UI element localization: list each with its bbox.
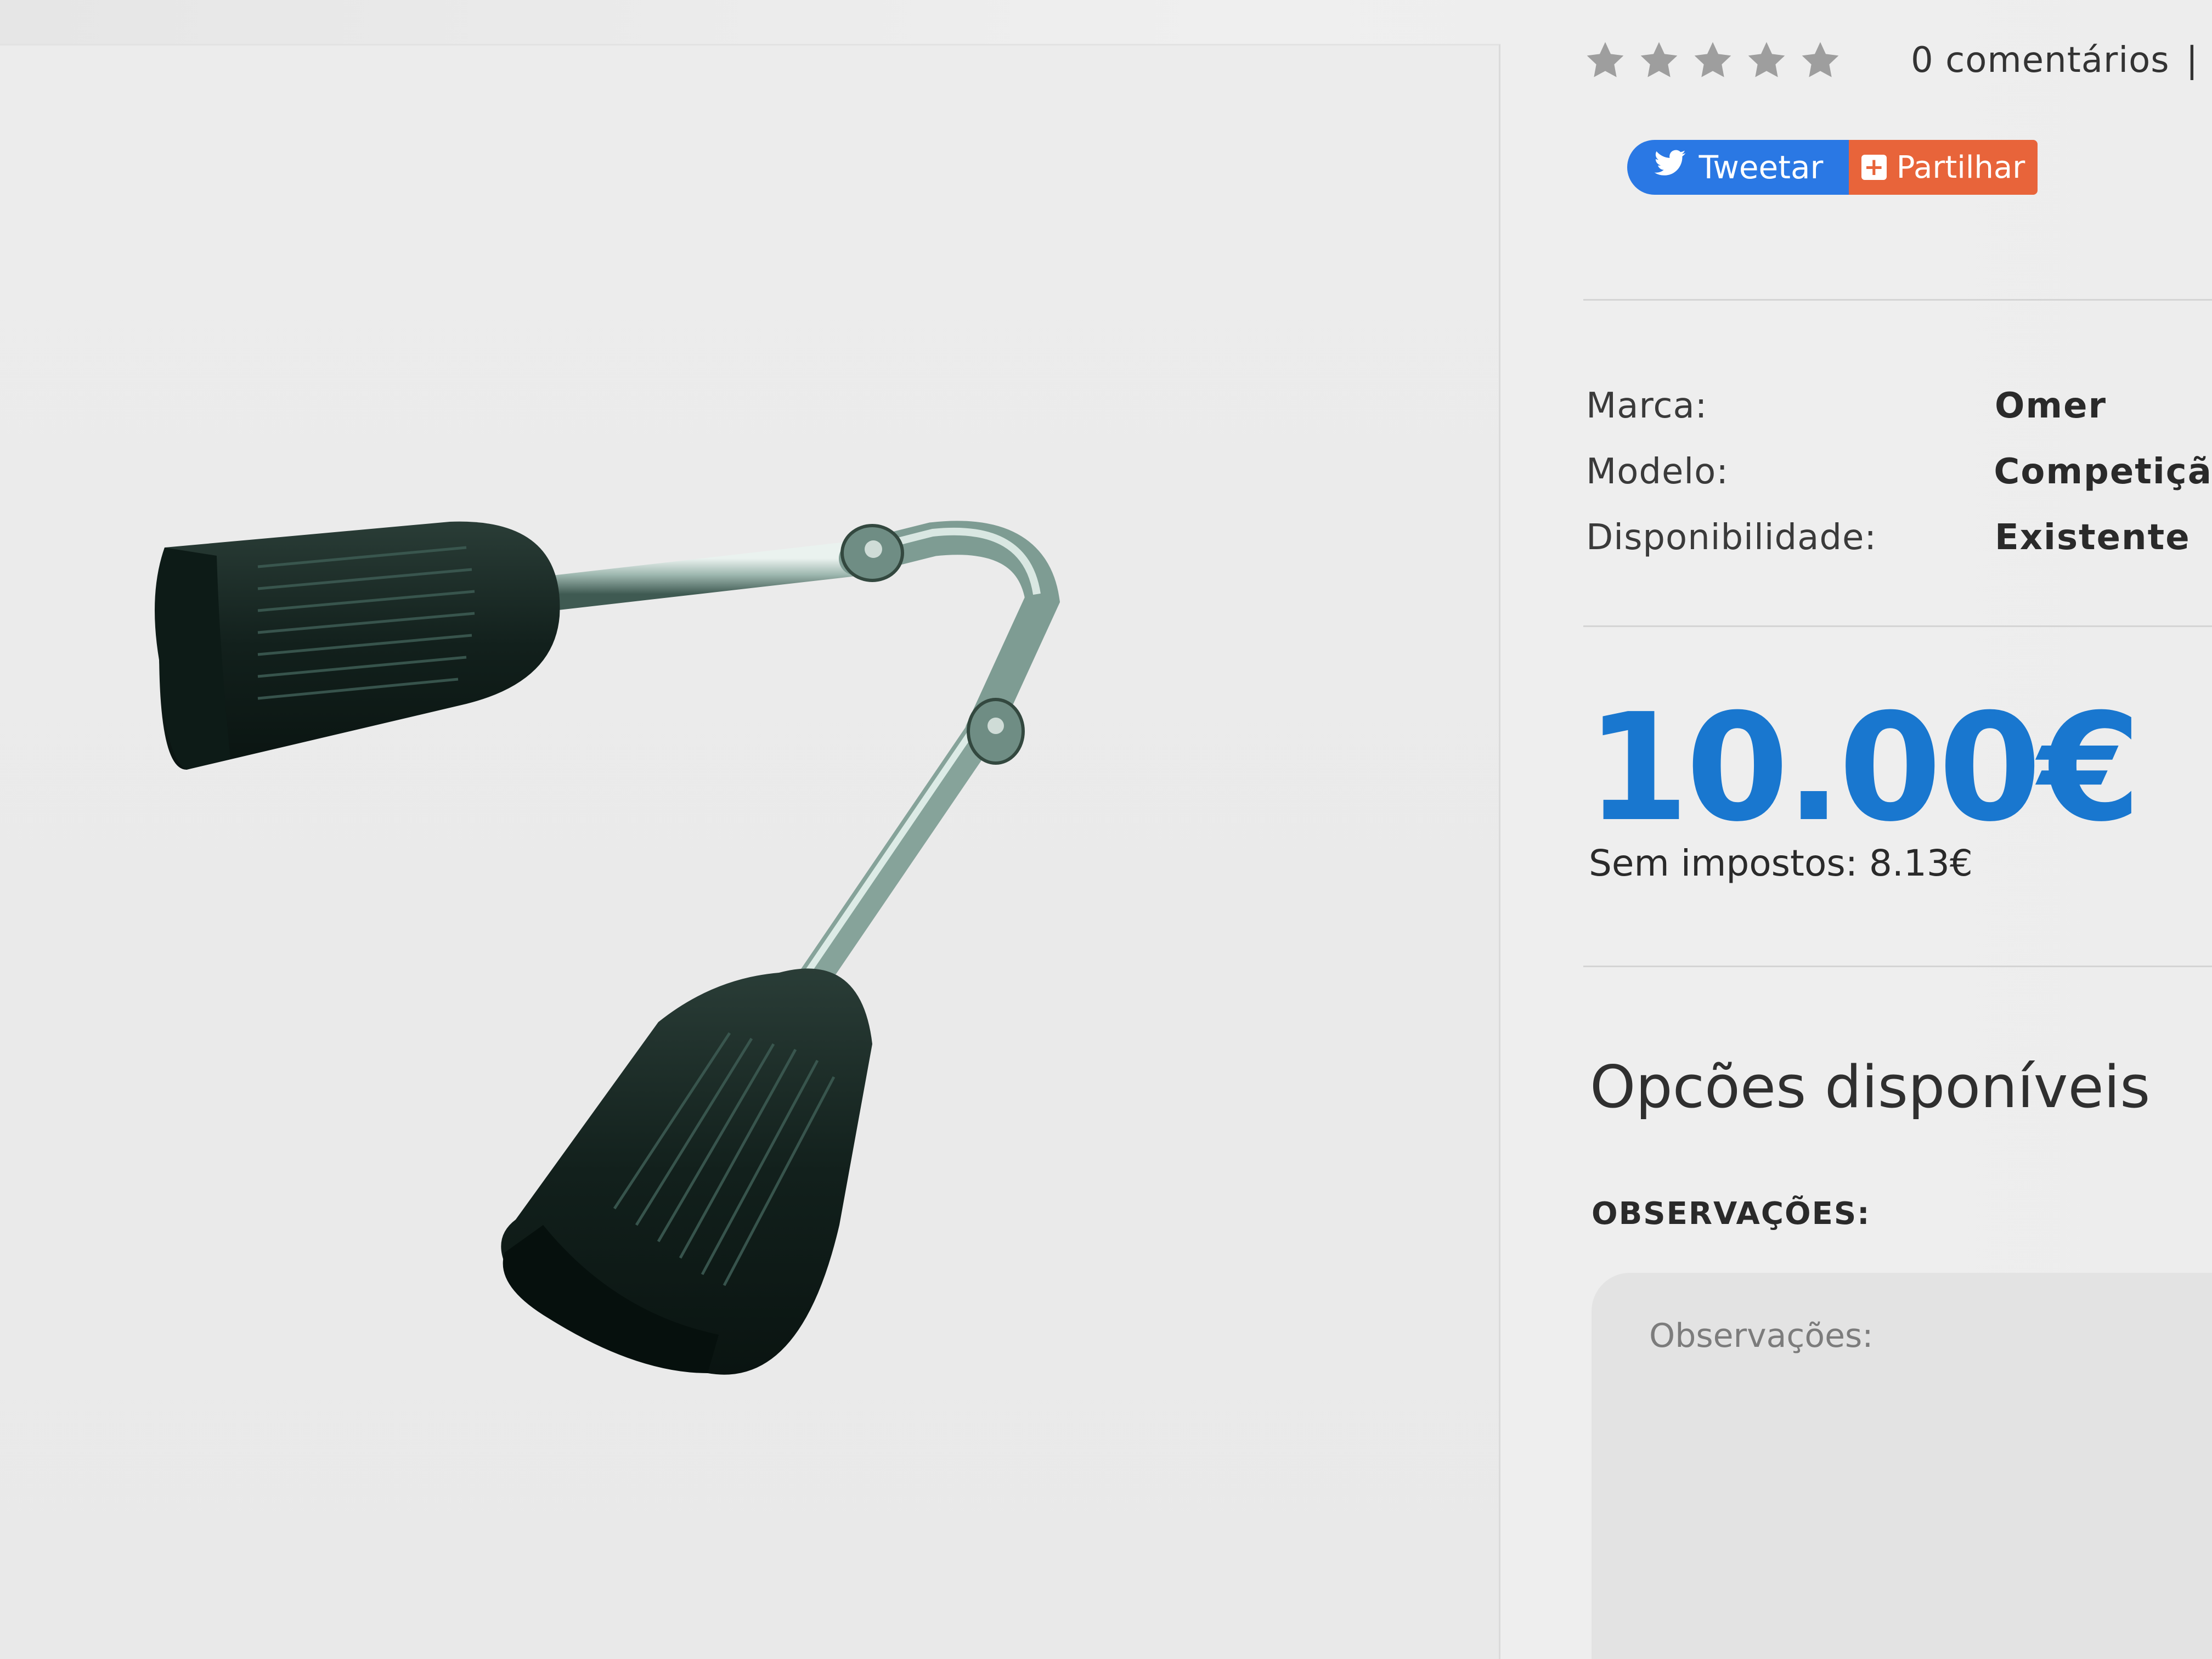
rating-stars[interactable] — [1583, 38, 1842, 82]
star-icon[interactable] — [1583, 38, 1627, 82]
tweet-button[interactable]: Tweetar — [1627, 140, 1849, 195]
product-image-panel — [0, 44, 1500, 1659]
share-label: Partilhar — [1896, 149, 2025, 185]
divider — [1583, 625, 2212, 627]
star-icon[interactable] — [1691, 38, 1735, 82]
spec-row-availability: Disponibilidade: Existente — [1586, 505, 2212, 571]
star-icon[interactable] — [1745, 38, 1788, 82]
share-button[interactable]: + Partilhar — [1849, 140, 2038, 195]
share-buttons: Tweetar + Partilhar — [1627, 140, 2038, 195]
reviews-link[interactable]: 0 comentários — [1911, 40, 2170, 81]
spec-table: Marca: Omer Modelo: Competiçã Disponibil… — [1586, 373, 2212, 571]
divider — [1583, 966, 2212, 967]
twitter-bird-icon — [1653, 149, 1687, 186]
spec-value: Existente — [1995, 517, 2191, 558]
spec-label: Modelo: — [1586, 452, 1729, 492]
product-image[interactable] — [0, 46, 1500, 1659]
spec-value: Competiçã — [1994, 452, 2212, 492]
observations-label: OBSERVAÇÕES: — [1592, 1196, 1871, 1232]
product-page: 0 comentários | Tweetar + Partilhar Marc… — [0, 0, 2212, 1659]
price-without-tax: Sem impostos: 8.13€ — [1589, 842, 1973, 884]
spec-label: Disponibilidade: — [1586, 517, 1877, 558]
divider — [1583, 299, 2212, 301]
price: 10.00€ — [1586, 681, 2141, 854]
spec-label: Marca: — [1586, 386, 1708, 426]
plus-box-icon: + — [1861, 155, 1887, 180]
spec-row-brand: Marca: Omer — [1586, 373, 2212, 439]
star-icon[interactable] — [1637, 38, 1681, 82]
product-info-panel: 0 comentários | Tweetar + Partilhar Marc… — [1501, 0, 2212, 1659]
brand-link[interactable]: Omer — [1995, 386, 2107, 426]
star-icon[interactable] — [1798, 38, 1842, 82]
observations-textarea[interactable] — [1592, 1273, 2212, 1659]
spec-row-model: Modelo: Competiçã — [1586, 439, 2212, 505]
options-title: Opcões disponíveis — [1590, 1053, 2151, 1121]
tweet-label: Tweetar — [1699, 149, 1824, 186]
rating-row: 0 comentários | — [1583, 38, 2198, 82]
separator: | — [2186, 40, 2198, 81]
